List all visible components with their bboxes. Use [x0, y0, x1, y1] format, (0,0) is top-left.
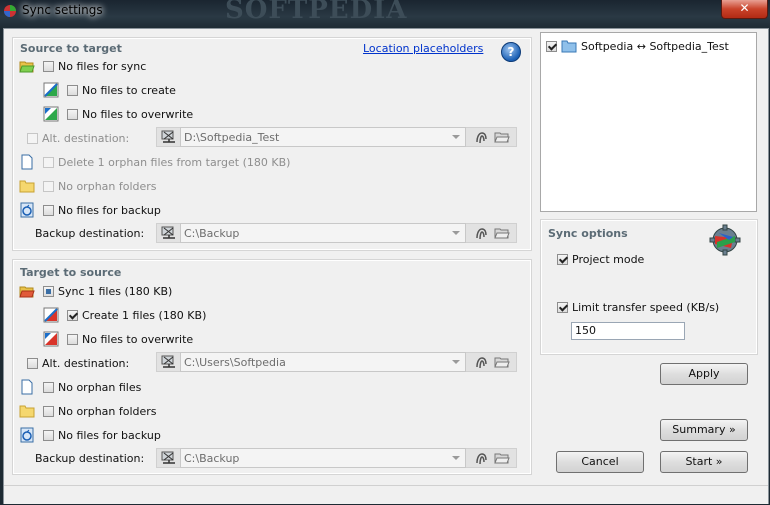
pair-checkbox[interactable] [546, 40, 557, 52]
target-to-source-group: Target to source Sync 1 files (180 KB) C… [12, 259, 532, 475]
no-files-for-backup-row-2[interactable]: No files for backup [43, 426, 161, 444]
chevron-down-icon [452, 231, 460, 235]
limit-speed-row[interactable]: Limit transfer speed (KB/s) [557, 298, 719, 316]
backup-destination-combo[interactable]: C:\Backup [180, 223, 466, 243]
fingerprint-icon[interactable] [471, 223, 491, 243]
help-icon: ? [507, 45, 515, 59]
chevron-down-icon [452, 360, 460, 364]
no-files-to-overwrite-row-2[interactable]: No files to overwrite [67, 330, 193, 348]
overwrite-file-icon [43, 331, 59, 347]
window-title: Sync settings [22, 3, 103, 17]
no-orphan-folders-checkbox[interactable] [43, 180, 54, 192]
source-to-target-group: Source to target Location placeholders ?… [12, 37, 532, 251]
browse-folder-icon[interactable] [492, 223, 512, 243]
no-orphan-files-row[interactable]: No orphan files [43, 378, 141, 396]
browse-folder-icon[interactable] [492, 352, 512, 372]
no-files-for-sync-row[interactable]: No files for sync [43, 57, 146, 75]
sync-gear-icon [709, 224, 741, 256]
limit-speed-checkbox[interactable] [557, 301, 568, 313]
no-files-to-overwrite-checkbox[interactable] [67, 108, 78, 120]
backup-icon [20, 427, 34, 443]
no-files-for-backup-checkbox[interactable] [43, 204, 54, 216]
alt-destination-combo-2[interactable]: C:\Users\Softpedia [180, 352, 466, 372]
create-file-icon [43, 82, 59, 98]
no-files-to-overwrite-checkbox-2[interactable] [67, 333, 78, 345]
dialog-client: Source to target Location placeholders ?… [3, 28, 769, 504]
network-drive-icon[interactable] [159, 352, 179, 372]
backup-destination-label-2: Backup destination: [35, 452, 145, 465]
backup-icon [20, 202, 34, 218]
alt-destination-row-2[interactable]: Alt. destination: [27, 354, 129, 372]
project-mode-checkbox[interactable] [557, 253, 568, 265]
sync-files-checkbox[interactable] [43, 285, 54, 297]
folder-pairs-list[interactable]: Softpedia ↔ Softpedia_Test [540, 32, 757, 212]
help-button[interactable]: ? [501, 42, 521, 62]
no-files-for-backup-row[interactable]: No files for backup [43, 201, 161, 219]
project-mode-row[interactable]: Project mode [557, 250, 644, 268]
alt-destination-row[interactable]: Alt. destination: [27, 129, 129, 147]
list-item[interactable]: Softpedia ↔ Softpedia_Test [546, 37, 729, 55]
watermark-logo: SOFTPEDIA [225, 0, 408, 25]
title-bar: Sync settings SOFTPEDIA ✕ [0, 0, 770, 28]
fingerprint-icon[interactable] [471, 127, 491, 147]
no-files-for-backup-checkbox-2[interactable] [43, 429, 54, 441]
no-orphan-folders-row-2[interactable]: No orphan folders [43, 402, 157, 420]
no-orphan-files-checkbox[interactable] [43, 381, 54, 393]
folder-open-icon [19, 61, 35, 73]
orphan-file-icon [21, 154, 33, 170]
delete-orphan-row[interactable]: Delete 1 orphan files from target (180 K… [43, 153, 290, 171]
target-to-source-title: Target to source [20, 266, 122, 279]
folder-icon [19, 405, 35, 418]
status-bar [4, 485, 768, 504]
overwrite-file-icon [43, 106, 59, 122]
backup-destination-combo-2[interactable]: C:\Backup [180, 448, 466, 468]
browse-folder-icon[interactable] [492, 448, 512, 468]
folder-icon [561, 40, 577, 53]
no-files-to-create-checkbox[interactable] [67, 84, 78, 96]
close-button[interactable]: ✕ [721, 0, 768, 19]
sync-files-row[interactable]: Sync 1 files (180 KB) [43, 282, 172, 300]
summary-button[interactable]: Summary » [660, 419, 748, 441]
no-files-to-create-row[interactable]: No files to create [67, 81, 176, 99]
network-drive-icon[interactable] [159, 223, 179, 243]
create-file-icon [43, 307, 59, 323]
chevron-down-icon [452, 135, 460, 139]
browse-folder-icon[interactable] [492, 127, 512, 147]
delete-orphan-checkbox[interactable] [43, 156, 54, 168]
network-drive-icon[interactable] [159, 127, 179, 147]
orphan-file-icon [21, 379, 33, 395]
network-drive-icon[interactable] [159, 448, 179, 468]
app-icon [4, 5, 16, 17]
no-files-for-sync-checkbox[interactable] [43, 60, 54, 72]
sync-options-group: Sync options Project mode Limit transfer… [540, 219, 758, 355]
folder-icon [19, 180, 35, 193]
speed-input[interactable]: 150 [571, 322, 685, 340]
fingerprint-icon[interactable] [471, 448, 491, 468]
source-to-target-title: Source to target [20, 42, 122, 55]
close-icon: ✕ [739, 1, 750, 15]
start-button[interactable]: Start » [660, 451, 748, 473]
cancel-button[interactable]: Cancel [556, 451, 644, 473]
chevron-down-icon [452, 456, 460, 460]
no-orphan-folders-row[interactable]: No orphan folders [43, 177, 157, 195]
sync-options-title: Sync options [548, 227, 628, 240]
location-placeholders-link[interactable]: Location placeholders [363, 42, 483, 55]
fingerprint-icon[interactable] [471, 352, 491, 372]
create-files-checkbox[interactable] [67, 309, 78, 321]
no-files-to-overwrite-row[interactable]: No files to overwrite [67, 105, 193, 123]
folder-open-icon [19, 286, 35, 298]
apply-button[interactable]: Apply [660, 363, 748, 385]
backup-destination-label: Backup destination: [35, 227, 145, 240]
create-files-row[interactable]: Create 1 files (180 KB) [67, 306, 206, 324]
alt-destination-checkbox[interactable] [27, 132, 38, 144]
no-orphan-folders-checkbox-2[interactable] [43, 405, 54, 417]
alt-destination-checkbox-2[interactable] [27, 357, 38, 369]
alt-destination-combo[interactable]: D:\Softpedia_Test [180, 127, 466, 147]
